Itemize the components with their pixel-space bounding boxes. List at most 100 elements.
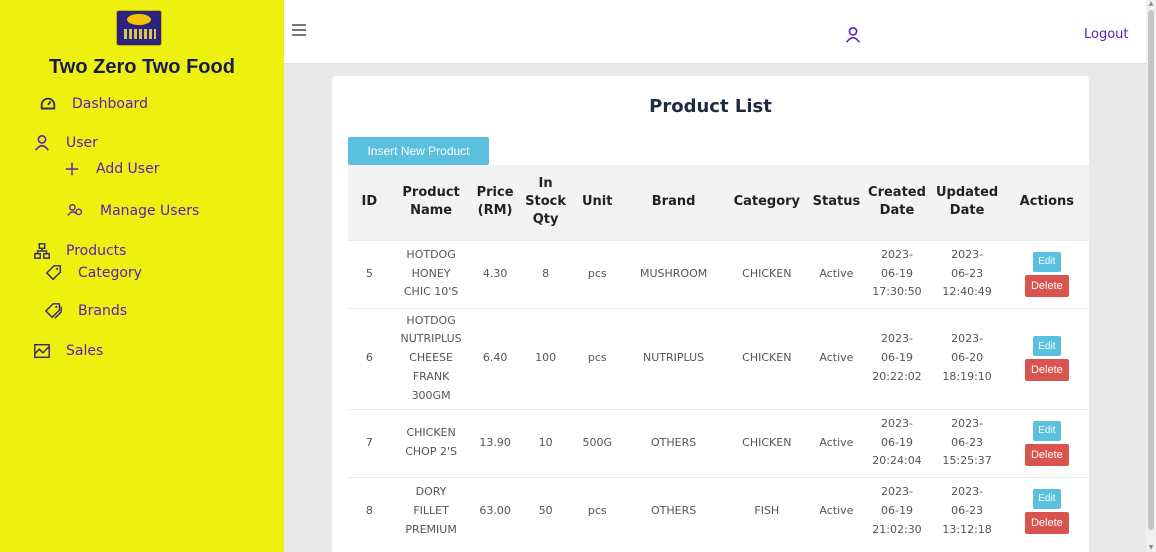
- sidebar-item-label: Add User: [96, 161, 160, 177]
- column-header-status[interactable]: Status: [808, 165, 864, 240]
- table-row: 5 HOTDOG HONEY CHIC 10'S 4.30 8 pcs MUSHRO…: [348, 239, 1089, 308]
- insert-new-product-button[interactable]: Insert New Product: [348, 137, 489, 165]
- table-row: 8 DORY FILLET PREMIUM 63.00 50 pcs OTHERS …: [348, 476, 1089, 545]
- edit-button[interactable]: Edit: [1032, 251, 1061, 272]
- sidebar-item-dashboard[interactable]: Dashboard: [38, 94, 148, 114]
- cell-category: CHICKEN: [725, 307, 809, 409]
- cell-updated-date: 2023- 06-20 18:19:10: [929, 307, 1005, 409]
- edit-button[interactable]: Edit: [1032, 336, 1061, 356]
- delete-button[interactable]: Delete: [1024, 274, 1069, 297]
- sidebar-item-user[interactable]: User: [32, 133, 98, 153]
- cell-updated-date: 2023- 06-23 13:12:18: [929, 476, 1005, 545]
- dashboard-icon: [38, 94, 58, 114]
- column-header-stock-qty[interactable]: In Stock Qty: [519, 165, 573, 240]
- cell-unit: 500G: [572, 408, 622, 477]
- delete-button[interactable]: Delete: [1024, 443, 1069, 466]
- cell-product-name: HOTDOG HONEY CHIC 10'S: [390, 239, 472, 308]
- edit-button[interactable]: Edit: [1032, 420, 1061, 441]
- sidebar-item-label: Dashboard: [72, 96, 148, 112]
- cell-created-date: 2023- 06-19 20:24:04: [864, 408, 930, 477]
- user-icon[interactable]: [844, 26, 862, 44]
- column-header-actions: Actions: [1019, 194, 1075, 210]
- cell-id: 7: [348, 408, 391, 477]
- edit-button[interactable]: Edit: [1032, 488, 1061, 509]
- cell-status: Active: [808, 476, 865, 545]
- cell-stock: 50: [518, 476, 573, 545]
- user-icon: [32, 133, 52, 153]
- cell-brand: MUSHROOM: [621, 239, 726, 308]
- cell-stock: 10: [518, 408, 573, 477]
- cell-actions: Edit Delete: [1004, 307, 1089, 409]
- cell-status: Active: [808, 307, 865, 409]
- delete-button[interactable]: Delete: [1024, 511, 1069, 534]
- column-header-brand[interactable]: Brand: [622, 165, 725, 240]
- sidebar-item-label: Category: [78, 265, 142, 281]
- product-list-card: Product List Insert New Product ID Produ…: [332, 76, 1089, 552]
- top-navbar: Logout: [284, 0, 1146, 64]
- hamburger-icon[interactable]: [292, 24, 306, 36]
- scroll-up-arrow-icon[interactable]: ▲: [1148, 1, 1154, 7]
- cell-created-date: 2023- 06-19 21:02:30: [864, 476, 930, 545]
- cell-price: 13.90: [471, 408, 519, 477]
- cell-created-date: 2023- 06-19 17:30:50: [864, 239, 930, 308]
- cell-brand: OTHERS: [621, 476, 726, 545]
- sidebar-item-label: Manage Users: [100, 203, 200, 219]
- sidebar-item-products[interactable]: Products: [32, 241, 126, 261]
- tag-icon: [44, 263, 64, 283]
- cell-unit: pcs: [572, 476, 622, 545]
- cell-status: Active: [808, 239, 865, 308]
- cell-price: 4.30: [471, 239, 519, 308]
- column-header-price[interactable]: Price (RM): [472, 165, 519, 240]
- cell-updated-date: 2023- 06-23 15:25:37: [929, 408, 1005, 477]
- cell-product-name: HOTDOG NUTRIPLUS CHEESE FRANK 300GM: [390, 307, 472, 409]
- page-title: Product List: [649, 96, 772, 117]
- cell-id: 8: [348, 476, 391, 545]
- cell-price: 63.00: [471, 476, 519, 545]
- cell-product-name: DORY FILLET PREMIUM: [390, 476, 472, 545]
- sidebar-item-label: Sales: [66, 343, 104, 359]
- table-row: 7 CHICKEN CHOP 2'S 13.90 10 500G OTHERS C…: [348, 408, 1089, 477]
- table-row: 6 HOTDOG NUTRIPLUS CHEESE FRANK 300GM 6.40 1…: [348, 307, 1089, 409]
- sitemap-icon: [32, 241, 52, 261]
- column-header-unit[interactable]: Unit: [573, 165, 622, 240]
- cell-stock: 100: [518, 307, 573, 409]
- sidebar-item-add-user[interactable]: Add User: [62, 159, 159, 179]
- cell-id: 6: [348, 307, 391, 409]
- column-header-id[interactable]: ID: [348, 165, 391, 240]
- column-header-product-name[interactable]: Product Name: [391, 165, 472, 240]
- sidebar-item-category[interactable]: Category: [44, 263, 142, 283]
- cell-category: CHICKEN: [725, 408, 809, 477]
- cell-brand: NUTRIPLUS: [621, 307, 726, 409]
- sidebar-item-brands[interactable]: Brands: [44, 301, 127, 321]
- page-scrollbar[interactable]: ▲ ▼: [1146, 0, 1156, 552]
- chart-icon: [32, 341, 52, 361]
- logout-link[interactable]: Logout: [1084, 27, 1129, 42]
- cell-unit: pcs: [572, 307, 622, 409]
- delete-button[interactable]: Delete: [1024, 359, 1069, 381]
- sidebar: Two Zero Two Food Dashboard User Add Use…: [0, 0, 284, 552]
- scroll-down-arrow-icon[interactable]: ▼: [1148, 545, 1154, 551]
- cell-created-date: 2023- 06-19 20:22:02: [864, 307, 930, 409]
- brand-logo[interactable]: [116, 10, 162, 46]
- column-header-created-date[interactable]: Created Date: [864, 165, 929, 240]
- table-header-row: ID Product Name Price (RM) In Stock Qty Unit…: [348, 165, 1089, 240]
- sidebar-item-label: Brands: [78, 303, 127, 319]
- column-header-updated-date[interactable]: Updated Date: [929, 165, 1004, 240]
- scroll-thumb[interactable]: [1148, 10, 1154, 530]
- product-table: ID Product Name Price (RM) In Stock Qty Unit…: [348, 165, 1089, 545]
- cell-updated-date: 2023- 06-23 12:40:49: [929, 239, 1005, 308]
- cell-stock: 8: [518, 239, 573, 308]
- cell-status: Active: [808, 408, 865, 477]
- cell-actions: Edit Delete: [1004, 239, 1089, 308]
- cell-actions: Edit Delete: [1004, 408, 1089, 477]
- column-header-category[interactable]: Category: [725, 165, 808, 240]
- tags-icon: [44, 301, 64, 321]
- sidebar-item-manage-users[interactable]: Manage Users: [66, 201, 199, 221]
- sidebar-item-label: User: [66, 135, 98, 151]
- cell-product-name: CHICKEN CHOP 2'S: [390, 408, 472, 477]
- cell-category: FISH: [725, 476, 809, 545]
- sidebar-item-label: Products: [66, 243, 127, 259]
- cell-actions: Edit Delete: [1004, 476, 1089, 545]
- brand-title: Two Zero Two Food: [49, 56, 235, 78]
- sidebar-item-sales[interactable]: Sales: [32, 341, 103, 361]
